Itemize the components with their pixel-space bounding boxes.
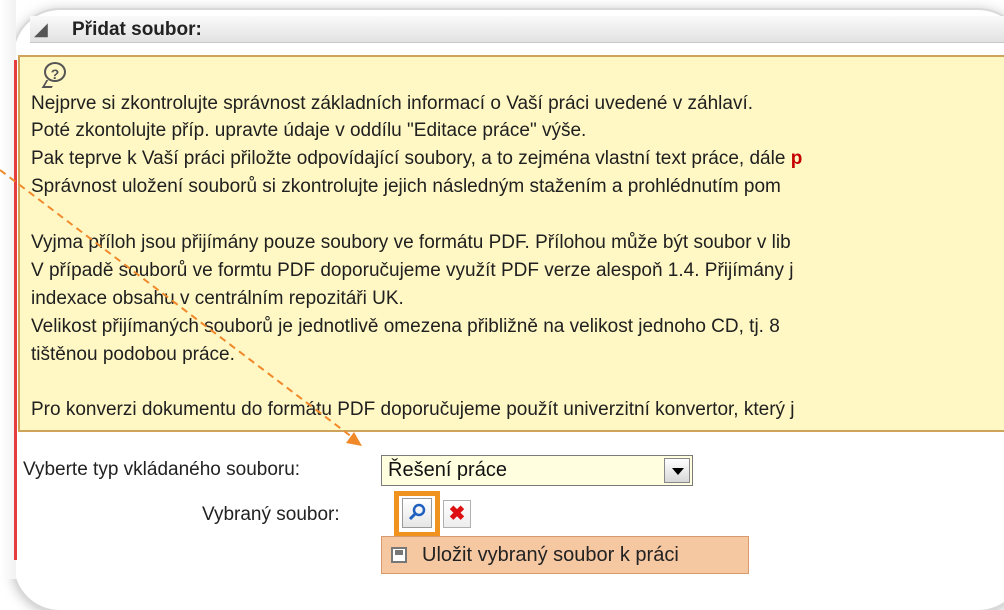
annotation-arrow [0, 169, 362, 446]
